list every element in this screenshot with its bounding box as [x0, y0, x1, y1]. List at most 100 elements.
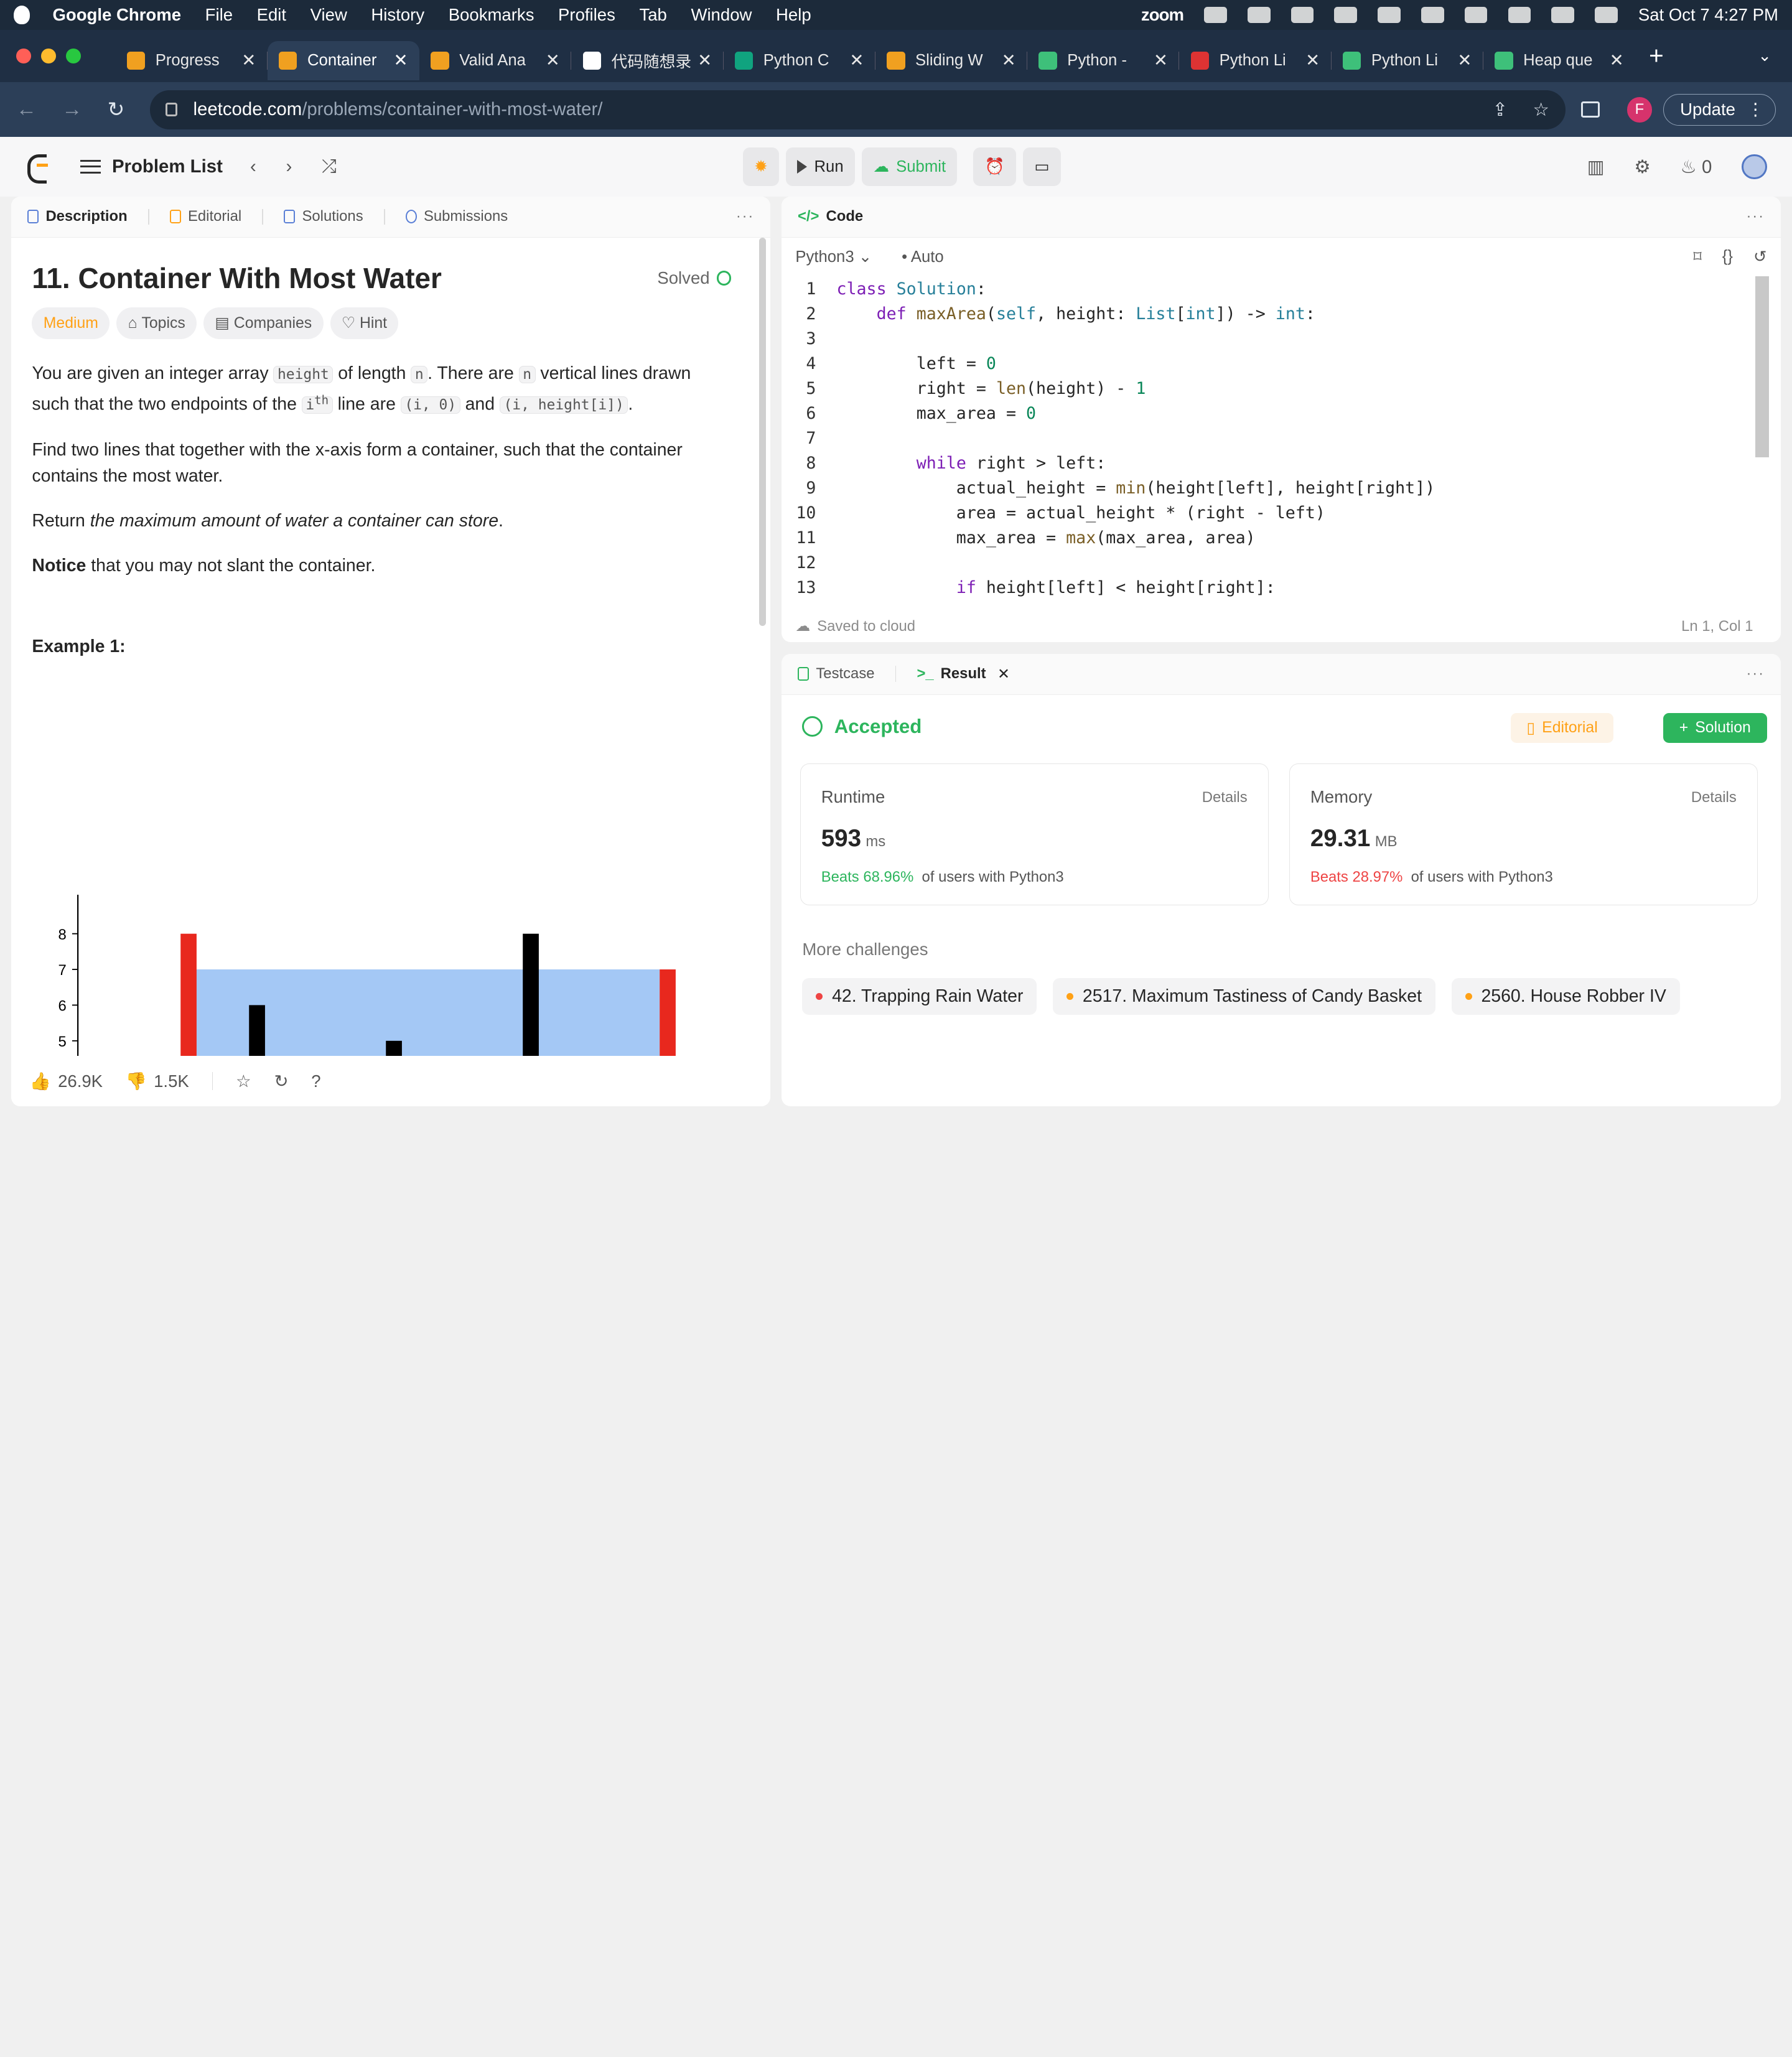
- hint-chip[interactable]: ♡ Hint: [330, 307, 399, 340]
- timer-button[interactable]: ⏰: [973, 147, 1016, 187]
- close-tab-icon[interactable]: ✕: [241, 50, 256, 70]
- menu-edit[interactable]: Edit: [257, 5, 286, 25]
- memory-card[interactable]: Memory Details 29.31 MB Beats 28.97% of u…: [1289, 763, 1758, 905]
- close-tab-icon[interactable]: ✕: [1154, 50, 1168, 70]
- memory-details-link[interactable]: Details: [1691, 789, 1737, 806]
- editor-scrollbar[interactable]: [1755, 276, 1770, 457]
- code-editor[interactable]: 1 class Solution: 2 def maxArea(self, heig…: [782, 276, 1755, 599]
- cloud2-status-icon[interactable]: [1290, 7, 1314, 23]
- close-tab-icon[interactable]: ✕: [394, 50, 408, 70]
- close-tab-icon[interactable]: ✕: [1457, 50, 1472, 70]
- browser-tab[interactable]: Python Li ✕: [1179, 41, 1332, 80]
- input-source-icon[interactable]: [1421, 7, 1444, 23]
- wechat-status-icon[interactable]: [1334, 7, 1358, 23]
- address-bar[interactable]: leetcode.com/problems/container-with-mos…: [149, 90, 1566, 129]
- gmail-status-icon[interactable]: [1204, 7, 1227, 23]
- minimize-window-button[interactable]: [41, 49, 56, 63]
- editorial-button[interactable]: ▯ Editorial: [1510, 713, 1614, 743]
- apple-icon[interactable]: [14, 6, 30, 24]
- code-line[interactable]: 9 actual_height = min(height[left], heig…: [782, 476, 1755, 501]
- companies-chip[interactable]: ▤ Companies: [203, 307, 324, 340]
- share-refresh-icon[interactable]: ↻: [274, 1071, 288, 1091]
- challenge-item[interactable]: 42. Trapping Rain Water: [802, 978, 1037, 1015]
- code-line[interactable]: 8 while right > left:: [782, 451, 1755, 476]
- menu-help[interactable]: Help: [776, 5, 811, 25]
- lock-icon[interactable]: [166, 103, 177, 117]
- youdao-status-icon[interactable]: [1378, 7, 1401, 23]
- menu-view[interactable]: View: [310, 5, 347, 25]
- menu-profiles[interactable]: Profiles: [558, 5, 615, 25]
- debug-button[interactable]: ✹: [742, 147, 780, 187]
- menu-app-name[interactable]: Google Chrome: [52, 5, 181, 25]
- tab-solutions[interactable]: Solutions: [284, 208, 363, 225]
- tab-description[interactable]: Description: [27, 208, 128, 225]
- code-line[interactable]: 7: [782, 426, 1755, 451]
- zoom-window-button[interactable]: [66, 49, 82, 63]
- kebab-menu-icon[interactable]: ⋮: [1747, 100, 1764, 119]
- description-scrollbar[interactable]: [758, 238, 766, 627]
- prev-problem-chevron-icon[interactable]: ‹: [250, 156, 256, 177]
- browser-tab[interactable]: Python C ✕: [724, 41, 875, 80]
- autocomplete-toggle[interactable]: • Auto: [902, 248, 944, 266]
- code-line[interactable]: 11 max_area = max(max_area, area): [782, 526, 1755, 551]
- menu-history[interactable]: History: [371, 5, 424, 25]
- notes-button[interactable]: ▭: [1022, 147, 1061, 187]
- tab-testcase[interactable]: Testcase: [798, 665, 875, 683]
- next-problem-chevron-icon[interactable]: ›: [286, 156, 292, 177]
- streak-counter[interactable]: ♨ 0: [1681, 156, 1712, 178]
- help-icon[interactable]: ?: [311, 1071, 320, 1091]
- side-panel-icon[interactable]: [1581, 101, 1600, 118]
- bookmark-star-icon[interactable]: ☆: [1533, 99, 1549, 121]
- code-line[interactable]: 3: [782, 327, 1755, 352]
- layout-icon[interactable]: ▥: [1587, 156, 1605, 178]
- menubar-clock[interactable]: Sat Oct 7 4:27 PM: [1638, 5, 1778, 25]
- format-braces-icon[interactable]: {}: [1722, 248, 1733, 266]
- run-button[interactable]: Run: [786, 147, 856, 187]
- user-avatar[interactable]: [1742, 154, 1767, 180]
- code-line[interactable]: 2 def maxArea(self, height: List[int]) -…: [782, 302, 1755, 327]
- more-options-icon[interactable]: ···: [1747, 208, 1765, 225]
- challenge-item[interactable]: 2560. House Robber IV: [1451, 978, 1680, 1015]
- reload-button[interactable]: ↻: [108, 97, 125, 122]
- zoom-status-icon[interactable]: zoom: [1141, 5, 1184, 25]
- code-line[interactable]: 13 if height[left] < height[right]:: [782, 576, 1755, 599]
- tab-code[interactable]: </> Code: [798, 208, 863, 225]
- code-line[interactable]: 10 area = actual_height * (right - left): [782, 501, 1755, 526]
- close-tab-icon[interactable]: ✕: [997, 665, 1010, 683]
- more-options-icon[interactable]: ···: [1747, 665, 1765, 683]
- browser-tab[interactable]: Valid Ana ✕: [419, 41, 572, 80]
- close-tab-icon[interactable]: ✕: [1305, 50, 1320, 70]
- like-button[interactable]: 👍 26.9K: [30, 1071, 103, 1091]
- menu-tab[interactable]: Tab: [639, 5, 666, 25]
- code-line[interactable]: 12: [782, 551, 1755, 576]
- topics-chip[interactable]: ⌂ Topics: [116, 307, 197, 340]
- runtime-card[interactable]: Runtime Details 593 ms Beats 68.96% of us…: [800, 763, 1269, 905]
- cloud-status-icon[interactable]: [1247, 7, 1271, 23]
- wifi-icon[interactable]: [1508, 7, 1531, 23]
- challenge-item[interactable]: 2517. Maximum Tastiness of Candy Basket: [1053, 978, 1436, 1015]
- new-tab-button[interactable]: +: [1649, 41, 1664, 70]
- shuffle-icon[interactable]: ⤮: [322, 156, 337, 177]
- control-center-icon[interactable]: [1595, 7, 1618, 23]
- menu-file[interactable]: File: [205, 5, 233, 25]
- tab-submissions[interactable]: Submissions: [405, 208, 508, 225]
- leetcode-logo[interactable]: [25, 152, 50, 184]
- problem-list-button[interactable]: Problem List: [80, 156, 223, 177]
- code-line[interactable]: 5 right = len(height) - 1: [782, 376, 1755, 401]
- code-line[interactable]: 6 max_area = 0: [782, 401, 1755, 426]
- favorite-star-icon[interactable]: ☆: [236, 1071, 251, 1091]
- dislike-button[interactable]: 👎 1.5K: [126, 1071, 189, 1091]
- browser-tab[interactable]: Heap que ✕: [1483, 41, 1635, 80]
- more-options-icon[interactable]: ···: [736, 208, 754, 225]
- browser-tab[interactable]: Container ✕: [267, 41, 419, 80]
- profile-avatar[interactable]: F: [1626, 97, 1653, 123]
- update-button[interactable]: Update ⋮: [1663, 93, 1776, 126]
- close-tab-icon[interactable]: ✕: [546, 50, 560, 70]
- solution-button[interactable]: + Solution: [1663, 713, 1767, 743]
- language-select[interactable]: Python3 ⌄: [795, 248, 872, 266]
- close-tab-icon[interactable]: ✕: [698, 50, 712, 70]
- code-line[interactable]: 1 class Solution:: [782, 276, 1755, 301]
- browser-tab[interactable]: Progress ✕: [115, 41, 268, 80]
- spotlight-search-icon[interactable]: [1551, 7, 1575, 23]
- close-window-button[interactable]: [16, 49, 31, 63]
